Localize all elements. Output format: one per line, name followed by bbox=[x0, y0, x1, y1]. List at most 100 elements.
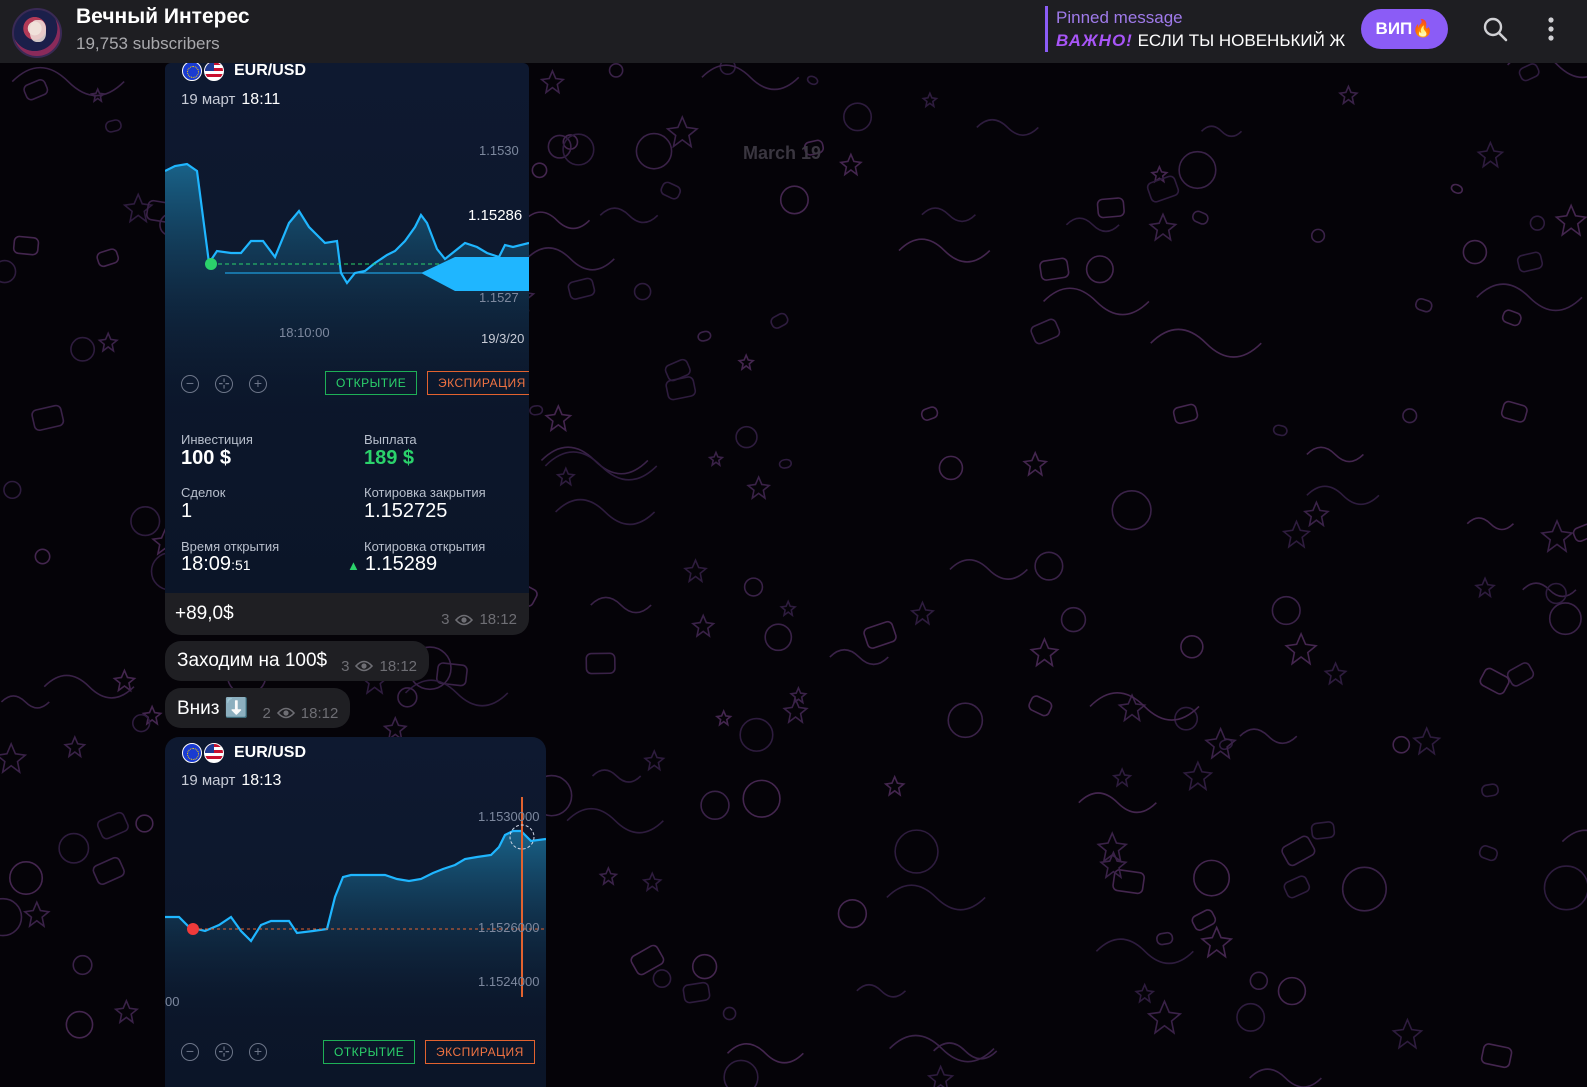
doodle-shape bbox=[700, 790, 730, 821]
zoom-in-icon[interactable]: + bbox=[249, 1043, 267, 1061]
doodle-shape bbox=[544, 403, 573, 433]
message-text: Заходим на 100$ bbox=[177, 650, 328, 671]
doodle-shape bbox=[1545, 582, 1567, 605]
doodle-shape bbox=[947, 702, 984, 739]
doodle-shape bbox=[789, 685, 808, 705]
doodle-shape bbox=[909, 600, 936, 626]
doodle-shape bbox=[1462, 239, 1488, 265]
doodle-shape bbox=[652, 969, 672, 989]
expiry-tag: ЭКСПИРАЦИЯ bbox=[427, 371, 529, 395]
trades-value: 1 bbox=[181, 500, 193, 522]
doodle-shape bbox=[1065, 217, 1120, 233]
doodle-shape bbox=[34, 548, 51, 565]
message-bubble[interactable]: Вниз ⬇️ 2 18:12 bbox=[165, 688, 351, 728]
channel-avatar[interactable] bbox=[12, 8, 62, 58]
view-count: 3 bbox=[341, 657, 350, 675]
price-tick: 1.1530000 bbox=[478, 809, 540, 824]
currency-pair: EUR/USD bbox=[182, 743, 306, 763]
doodle-shape bbox=[1480, 1043, 1513, 1069]
doodle-shape bbox=[1039, 257, 1070, 281]
target-icon[interactable]: ⊹ bbox=[215, 1043, 233, 1061]
doodle-shape bbox=[567, 277, 596, 300]
doodle-shape bbox=[926, 1064, 955, 1087]
time-axis-label-right: 19/3/20 bbox=[481, 331, 525, 346]
target-icon[interactable]: ⊹ bbox=[215, 375, 233, 393]
chart-controls: − ⊹ + bbox=[181, 1043, 267, 1061]
message-bubble[interactable]: Заходим на 100$ 3 18:12 bbox=[165, 641, 430, 681]
doodle-shape bbox=[1060, 606, 1087, 633]
close-quote-value: 1.152725 bbox=[364, 500, 448, 522]
doodle-shape bbox=[1239, 728, 1298, 745]
doodle-shape bbox=[778, 458, 793, 469]
doodle-shape bbox=[1310, 821, 1336, 840]
doodle-shape bbox=[92, 856, 125, 886]
doodle-shape bbox=[697, 330, 712, 342]
doodle-shape bbox=[1543, 865, 1587, 911]
trade-card[interactable]: EUR/USD 19 март 18:11 1.1530 1.15286 1.15… bbox=[165, 63, 529, 593]
doodle-shape bbox=[562, 133, 595, 166]
open-quote-value: ▲ 1.15289 bbox=[347, 553, 437, 576]
more-vertical-icon[interactable] bbox=[1536, 14, 1566, 44]
doodle-shape bbox=[691, 953, 718, 980]
open-time-seconds: :51 bbox=[231, 557, 251, 573]
doodle-shape bbox=[1561, 829, 1587, 843]
doodle-shape bbox=[735, 425, 758, 449]
doodle-shape bbox=[1341, 866, 1387, 912]
zoom-in-icon[interactable]: + bbox=[249, 375, 267, 393]
search-icon[interactable] bbox=[1480, 14, 1510, 44]
doodle-shape bbox=[1481, 783, 1499, 798]
doodle-shape bbox=[722, 1006, 737, 1021]
entry-point-marker bbox=[205, 258, 217, 270]
doodle-shape bbox=[1030, 318, 1061, 345]
doodle-shape bbox=[3, 480, 22, 500]
trade-card[interactable]: EUR/USD 19 март 18:13 1.1530000 1.1526000… bbox=[165, 737, 546, 1087]
zoom-out-icon[interactable]: − bbox=[181, 375, 199, 393]
trade-caption-bubble[interactable]: +89,0$ 3 18:12 bbox=[165, 593, 529, 635]
doodle-shape bbox=[1146, 175, 1180, 203]
time-axis-label: 00 bbox=[165, 994, 180, 1009]
doodle-shape bbox=[843, 102, 873, 132]
doodle-shape bbox=[1501, 309, 1522, 327]
doodle-shape bbox=[1192, 210, 1209, 225]
doodle-shape bbox=[1272, 424, 1288, 437]
doodle-shape bbox=[1548, 602, 1582, 636]
pair-name: EUR/USD bbox=[234, 744, 307, 761]
doodle-shape bbox=[1476, 283, 1583, 312]
pinned-text: ЕСЛИ ТЫ НОВЕНЬКИЙ Ж... bbox=[1137, 31, 1345, 50]
doodle-shape bbox=[1283, 875, 1311, 899]
doodle-shape bbox=[1085, 255, 1114, 284]
doodle-shape bbox=[544, 451, 658, 481]
doodle-shape bbox=[1466, 517, 1515, 531]
doodle-shape bbox=[1338, 84, 1359, 106]
doodle-shape bbox=[764, 623, 793, 652]
doodle-shape bbox=[96, 248, 120, 268]
pinned-message[interactable]: Pinned message ВАЖНО! ЕСЛИ ТЫ НОВЕНЬКИЙ … bbox=[1045, 6, 1345, 52]
channel-title[interactable]: Вечный Интерес bbox=[76, 5, 250, 29]
doodle-shape bbox=[770, 312, 789, 329]
doodle-shape bbox=[1402, 408, 1418, 424]
doodle-shape bbox=[742, 779, 781, 818]
doodle-shape bbox=[723, 1059, 759, 1087]
doodle-shape bbox=[856, 983, 907, 998]
open-time-main: 18:09 bbox=[181, 553, 232, 575]
doodle-shape bbox=[746, 475, 772, 501]
price-tick: 1.1526000 bbox=[478, 920, 540, 935]
doodle-shape bbox=[1284, 631, 1318, 666]
doodle-shape bbox=[1150, 328, 1262, 358]
doodle-shape bbox=[1249, 1068, 1322, 1087]
doodle-shape bbox=[1323, 661, 1348, 686]
doodle-shape bbox=[1156, 931, 1174, 946]
doodle-shape bbox=[113, 998, 140, 1025]
vip-button[interactable]: ВИП🔥 bbox=[1361, 9, 1448, 49]
doodle-shape bbox=[1281, 835, 1316, 867]
doodle-shape bbox=[9, 860, 44, 896]
zoom-out-icon[interactable]: − bbox=[181, 1043, 199, 1061]
eye-icon bbox=[455, 614, 474, 625]
doodle-shape bbox=[1236, 1002, 1266, 1032]
eu-flag-icon bbox=[182, 63, 202, 81]
doodle-shape bbox=[921, 91, 939, 109]
doodle-shape bbox=[1191, 909, 1217, 931]
doodle-shape bbox=[1281, 519, 1312, 549]
doodle-shape bbox=[70, 336, 96, 362]
doodle-shape bbox=[1411, 726, 1442, 756]
